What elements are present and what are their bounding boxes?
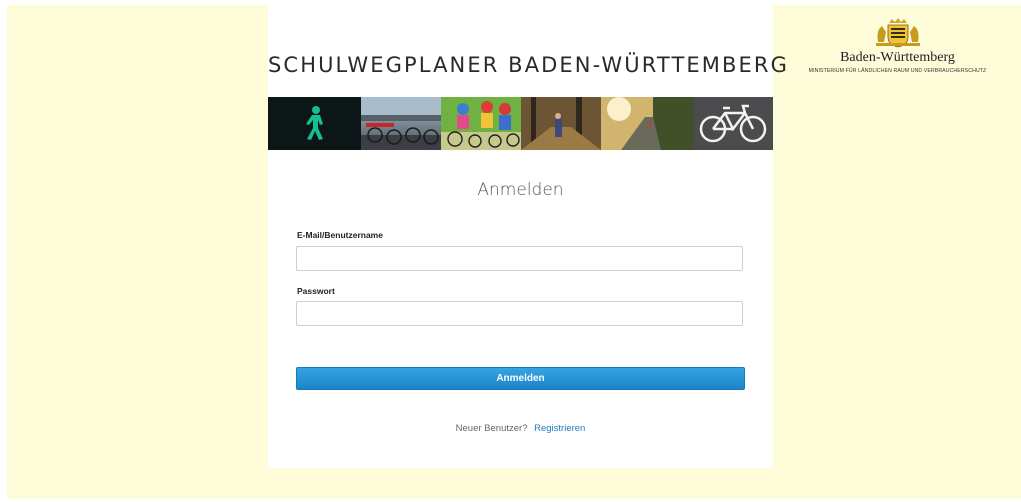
username-label: E-Mail/Benutzername — [297, 230, 383, 240]
autumn-path-photo — [521, 97, 601, 150]
ministry-name: MINISTERIUM FÜR LÄNDLICHEN RAUM UND VERB… — [808, 68, 987, 74]
register-prompt-row: Neuer Benutzer? Registrieren — [268, 423, 773, 434]
bicycle-icon — [693, 97, 773, 150]
password-input[interactable] — [296, 301, 743, 326]
password-label: Passwort — [297, 286, 335, 296]
bicycle-rack-photo — [361, 97, 441, 150]
pedestrian-light-photo — [268, 97, 361, 150]
ministry-logo: Baden-Württemberg MINISTERIUM FÜR LÄNDLI… — [774, 18, 1021, 74]
login-panel: SCHULWEGPLANER BADEN-WÜRTTEMBERG Anmelde… — [268, 5, 789, 468]
brand-name: Baden-Württemberg — [840, 50, 955, 65]
login-button[interactable]: Anmelden — [296, 367, 745, 390]
register-prompt: Neuer Benutzer? — [455, 423, 528, 434]
children-cycling-photo — [441, 97, 521, 150]
register-link[interactable]: Registrieren — [534, 423, 585, 434]
state-coat-of-arms-icon — [875, 18, 920, 48]
app-title: SCHULWEGPLANER BADEN-WÜRTTEMBERG — [268, 53, 789, 77]
sunlit-road-photo — [601, 97, 693, 150]
photo-banner — [268, 97, 773, 150]
username-input[interactable] — [296, 246, 743, 271]
bike-lane-photo — [693, 97, 773, 150]
pedestrian-light-icon — [268, 97, 361, 150]
login-heading: Anmelden — [477, 180, 564, 200]
